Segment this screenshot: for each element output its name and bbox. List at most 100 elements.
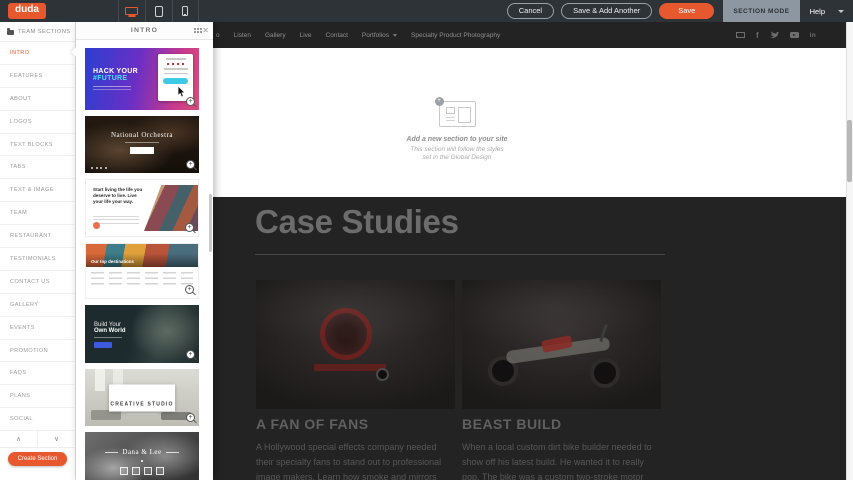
thumbnail-list: HACK YOUR #FUTURE National Orchestra	[76, 40, 213, 480]
sidebar-item-intro[interactable]: INTRO	[0, 42, 75, 65]
sidebar-item-plans[interactable]: PLANS	[0, 385, 75, 408]
nav-item-listen[interactable]: Listen	[234, 32, 251, 39]
preview-zoom-icon[interactable]	[186, 350, 195, 359]
nav-item-contact[interactable]: Contact	[326, 32, 348, 39]
nav-item-live[interactable]: Live	[300, 32, 312, 39]
article-title: BEAST BUILD	[462, 416, 661, 432]
sidebar-item-contact-us[interactable]: CONTACT US	[0, 271, 75, 294]
mobile-icon	[182, 6, 188, 16]
email-icon[interactable]	[736, 32, 745, 39]
thumb-title: CREATIVE STUDIO	[110, 401, 173, 407]
preview-zoom-icon[interactable]	[186, 160, 195, 169]
thumb-title: National Orchestra	[85, 131, 199, 139]
add-badge-icon: +	[435, 97, 444, 106]
intro-panel: INTRO ✕ HACK YOUR #FUTURE	[76, 22, 213, 480]
sections-sidebar: TEAM SECTIONS INTRO FEATURES ABOUT LOGOS…	[0, 22, 76, 480]
sidebar-item-restaurant[interactable]: RESTAURANT	[0, 225, 75, 248]
sidebar-item-logos[interactable]: LOGOS	[0, 111, 75, 134]
sidebar-item-team[interactable]: TEAM	[0, 202, 75, 225]
article-title: A FAN OF FANS	[256, 416, 455, 432]
duda-logo[interactable]: duda	[8, 3, 46, 19]
sidebar-item-social[interactable]: SOCIAL	[0, 408, 75, 431]
close-icon[interactable]: ✕	[202, 22, 209, 40]
nav-item-gallery[interactable]: Gallery	[265, 32, 286, 39]
scrollbar-thumb[interactable]	[847, 120, 852, 182]
thumbnail-hack-your-future[interactable]: HACK YOUR #FUTURE	[85, 48, 199, 110]
case-study-article: BEAST BUILD When a local custom dirt bik…	[462, 280, 661, 480]
placeholder-title: Add a new section to your site	[377, 136, 537, 143]
panel-title: INTRO	[131, 27, 158, 34]
create-section-button[interactable]: Create Section	[8, 452, 68, 466]
app-window: o Listen Gallery Live Contact Portfolios…	[0, 0, 853, 480]
panel-scrollbar-thumb[interactable]	[209, 194, 212, 252]
thumb-title: Start living the life you deserve to liv…	[93, 187, 145, 206]
sidebar-item-text-image[interactable]: TEXT & IMAGE	[0, 179, 75, 202]
scroll-down-button[interactable]: ∨	[38, 431, 75, 447]
tablet-icon	[155, 6, 163, 17]
thumbnail-dana-and-lee[interactable]: Dana & Lee	[85, 432, 199, 480]
preview-zoom-icon[interactable]	[185, 223, 194, 232]
article-body: A Hollywood special effects company need…	[256, 440, 455, 480]
device-tablet-button[interactable]	[145, 0, 172, 22]
studio-card: CREATIVE STUDIO	[109, 384, 175, 411]
nav-item-portfolios[interactable]: Portfolios	[362, 32, 397, 39]
sidebar-item-text-blocks[interactable]: TEXT BLOCKS	[0, 134, 75, 157]
save-button[interactable]: Save	[659, 3, 714, 19]
twitter-icon[interactable]	[770, 31, 779, 39]
help-menu[interactable]: Help	[800, 7, 853, 16]
thumbnail-start-living[interactable]: Start living the life you deserve to liv…	[85, 179, 199, 237]
preview-zoom-icon[interactable]	[186, 97, 195, 106]
nav-item-portfolios-label: Portfolios	[362, 32, 389, 39]
sidebar-item-testimonials[interactable]: TESTIMONIALS	[0, 248, 75, 271]
thumbnail-creative-studio[interactable]: CREATIVE STUDIO	[85, 369, 199, 426]
device-desktop-button[interactable]	[118, 0, 145, 22]
signup-form-card	[158, 54, 193, 101]
sidebar-item-features[interactable]: FEATURES	[0, 65, 75, 88]
youtube-icon[interactable]	[790, 32, 799, 39]
case-study-article: A FAN OF FANS A Hollywood special effect…	[256, 280, 455, 480]
sidebar-item-about[interactable]: ABOUT	[0, 88, 75, 111]
article-body: When a local custom dirt bike builder ne…	[462, 440, 661, 480]
cancel-button[interactable]: Cancel	[507, 3, 554, 19]
toolbar-actions: Cancel Save & Add Another Save SECTION M…	[507, 0, 853, 22]
thumbnail-top-destinations[interactable]: Our top destinations	[85, 243, 199, 299]
add-section-placeholder[interactable]: + Add a new section to your site This se…	[377, 101, 537, 162]
vertical-scrollbar[interactable]	[846, 22, 853, 480]
sidebar-header-label: TEAM SECTIONS	[18, 29, 71, 35]
sidebar-item-promotion[interactable]: PROMOTION	[0, 340, 75, 363]
sidebar-item-tabs[interactable]: TABS	[0, 156, 75, 179]
thumbnail-national-orchestra[interactable]: National Orchestra	[85, 116, 199, 173]
linkedin-icon[interactable]: in	[810, 32, 816, 39]
mouse-cursor-icon	[177, 86, 186, 98]
grid-view-icon[interactable]	[194, 28, 196, 30]
folder-icon	[7, 30, 14, 35]
nav-item-fragment[interactable]: o	[216, 32, 220, 39]
scroll-up-button[interactable]: ∧	[0, 431, 38, 447]
countdown-boxes	[85, 467, 199, 475]
fan-machine-image	[256, 280, 455, 409]
chevron-down-icon	[838, 10, 844, 13]
thumb-title: Our top destinations	[91, 259, 134, 264]
accent-dot	[93, 222, 100, 229]
desktop-icon	[125, 7, 138, 15]
sidebar-item-gallery[interactable]: GALLERY	[0, 294, 75, 317]
thumb-button	[94, 342, 112, 348]
social-icons: f in	[736, 22, 816, 48]
preview-zoom-icon[interactable]	[185, 285, 194, 294]
heading-divider	[255, 254, 665, 255]
nav-item-specialty[interactable]: Specialty Product Photography	[411, 32, 500, 39]
save-add-another-button[interactable]: Save & Add Another	[561, 3, 652, 19]
sidebar-header: TEAM SECTIONS	[0, 22, 75, 42]
carousel-dots	[91, 167, 107, 169]
preview-zoom-icon[interactable]	[186, 413, 195, 422]
thumbnail-build-your-own-world[interactable]: Build Your Own World	[85, 305, 199, 363]
device-switcher	[118, 0, 199, 22]
placeholder-subtitle: This section will follow the styles set …	[377, 146, 537, 162]
sidebar-item-faqs[interactable]: FAQS	[0, 362, 75, 385]
device-mobile-button[interactable]	[172, 0, 199, 22]
sidebar-item-events[interactable]: EVENTS	[0, 317, 75, 340]
thumb-title-line2: #FUTURE	[93, 75, 138, 82]
panel-header: INTRO ✕	[76, 22, 213, 40]
facebook-icon[interactable]: f	[756, 31, 759, 40]
destinations-table	[91, 272, 193, 289]
